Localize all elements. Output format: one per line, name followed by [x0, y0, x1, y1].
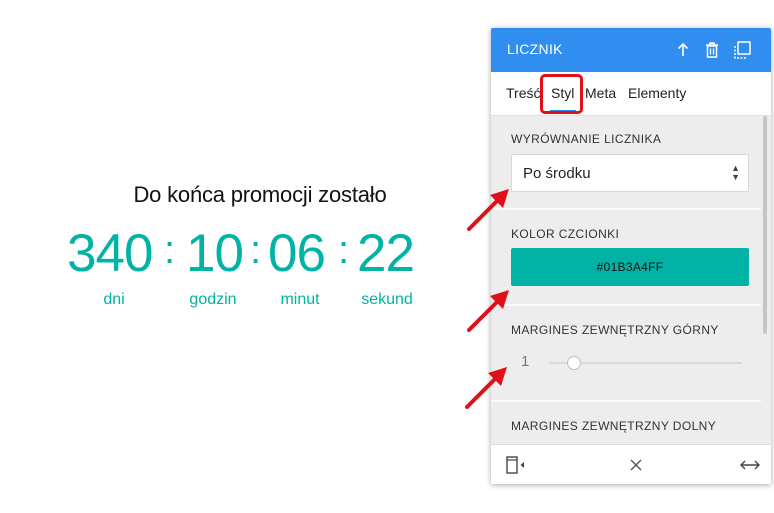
annotation-arrow-icon: [467, 189, 509, 231]
arrow-up-icon[interactable]: [672, 39, 694, 61]
panel-scrollbar[interactable]: [763, 116, 767, 334]
trash-icon[interactable]: [701, 39, 723, 61]
section-margin-top: MARGINES ZEWNĘTRZNY GÓRNY 1: [491, 306, 761, 402]
margin-bottom-label: MARGINES ZEWNĘTRZNY DOLNY: [511, 419, 717, 433]
margin-top-slider-thumb[interactable]: [567, 356, 581, 370]
alignment-label: WYRÓWNANIE LICZNIKA: [511, 132, 662, 146]
section-margin-bottom: MARGINES ZEWNĘTRZNY DOLNY: [491, 402, 761, 444]
countdown-preview: Do końca promocji zostało 340 : 10 : 06 …: [0, 0, 490, 513]
tab-content[interactable]: Treść: [506, 85, 540, 101]
select-caret-icon: ▲ ▼: [731, 163, 740, 182]
days-unit: dni: [103, 291, 125, 308]
hours-value: 10: [186, 224, 244, 283]
seconds-unit: sekund: [361, 291, 413, 308]
annotation-arrow-icon: [465, 367, 507, 409]
duplicate-icon[interactable]: [731, 39, 753, 61]
separator: :: [164, 228, 176, 272]
minutes-unit: minut: [280, 291, 320, 308]
minutes-value: 06: [268, 224, 326, 283]
responsive-toggle-icon[interactable]: [505, 454, 527, 476]
tab-highlight-box: [540, 74, 583, 114]
countdown-timer: 340 : 10 : 06 : 22: [0, 224, 490, 284]
tab-meta[interactable]: Meta: [585, 85, 616, 101]
separator: :: [250, 228, 262, 272]
hours-unit: godzin: [189, 291, 237, 308]
section-alignment: WYRÓWNANIE LICZNIKA Po środku ▲ ▼: [491, 116, 761, 210]
panel-header: LICZNIK: [491, 28, 771, 72]
section-font-color: KOLOR CZCIONKI #01B3A4FF: [491, 210, 761, 306]
panel-footer: [491, 444, 771, 484]
close-icon[interactable]: [625, 454, 647, 476]
settings-scroll-area[interactable]: WYRÓWNANIE LICZNIKA Po środku ▲ ▼ KOLOR C…: [491, 116, 771, 444]
alignment-value: Po środku: [523, 165, 591, 182]
tab-elements[interactable]: Elementy: [628, 85, 686, 101]
seconds-value: 22: [357, 224, 415, 283]
separator: :: [338, 228, 350, 272]
alignment-select[interactable]: Po środku ▲ ▼: [511, 154, 749, 192]
resize-horizontal-icon[interactable]: [739, 454, 761, 476]
promo-title: Do końca promocji zostało: [133, 182, 387, 207]
panel-tabs: Treść Styl Meta Elementy: [491, 72, 771, 116]
panel-title: LICZNIK: [507, 41, 563, 57]
annotation-arrow-icon: [467, 290, 509, 332]
counter-settings-panel: LICZNIK Treść Styl Meta Elementy WYRÓWNA…: [491, 28, 771, 484]
margin-top-label: MARGINES ZEWNĘTRZNY GÓRNY: [511, 323, 719, 337]
font-color-label: KOLOR CZCIONKI: [511, 227, 620, 241]
days-value: 340: [67, 224, 153, 283]
font-color-picker[interactable]: #01B3A4FF: [511, 248, 749, 286]
